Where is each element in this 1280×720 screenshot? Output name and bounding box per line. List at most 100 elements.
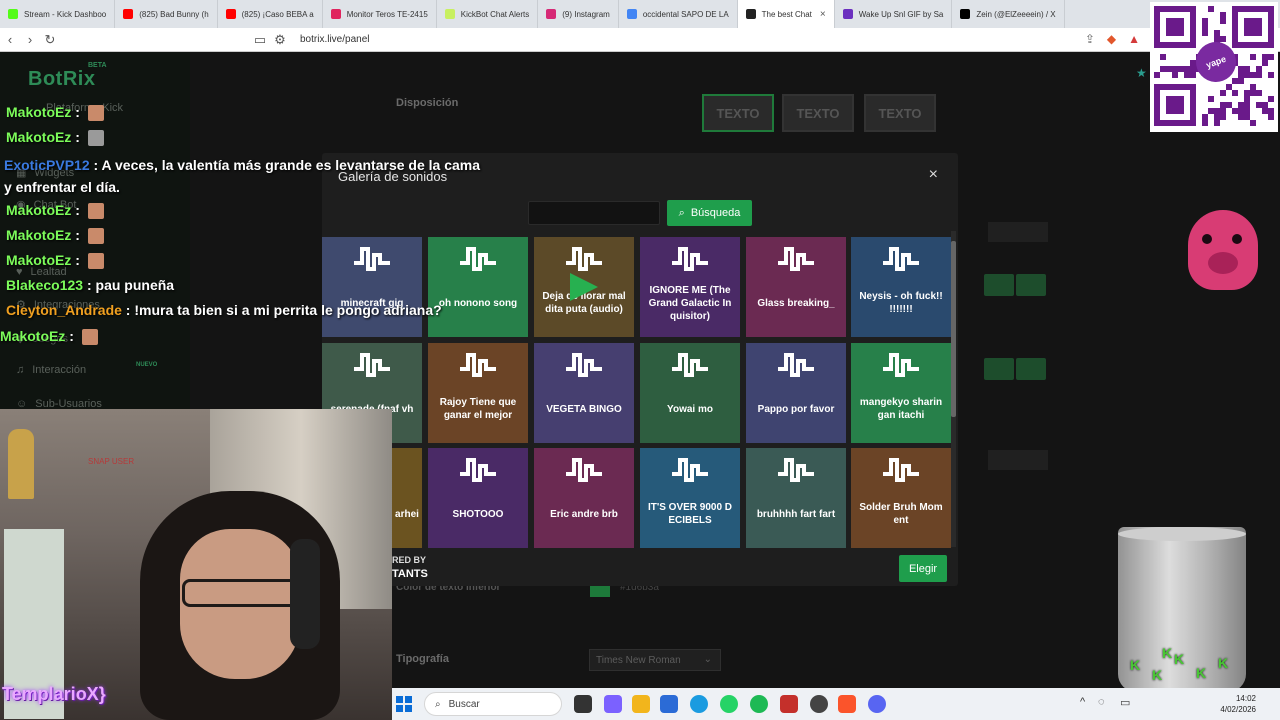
layout-option[interactable]: TEXTO (782, 94, 854, 132)
browser-tab[interactable]: (825) ¡Caso BEBA a (218, 0, 323, 28)
webcam-feed: SNAP USER TemplarioX} (0, 409, 392, 720)
close-icon[interactable]: × (820, 9, 826, 20)
sound-tile[interactable]: IT'S OVER 9000 D ECIBELS (640, 448, 740, 548)
browser-tab[interactable]: Zein (@ElZeeeein) / X (952, 0, 1065, 28)
sound-tile[interactable]: Deja de llorar mal dita puta (audio) (534, 237, 634, 337)
waveform-icon (670, 245, 710, 273)
back-icon[interactable]: ‹ (0, 32, 20, 47)
layout-option[interactable]: TEXTO (864, 94, 936, 132)
jar-lid (1118, 527, 1246, 541)
chat-username: MakotoEz (6, 202, 72, 218)
battery-icon[interactable]: ▭ (1120, 696, 1130, 709)
sound-tile[interactable]: Pappo por favor (746, 343, 846, 443)
browser-tab-active[interactable]: The best Chat × (737, 0, 835, 28)
brave-icon[interactable] (838, 695, 856, 713)
share-icon[interactable]: ⇪ (1085, 32, 1095, 46)
qr-module (1220, 114, 1226, 120)
whatsapp-icon[interactable] (720, 695, 738, 713)
qr-module (1220, 90, 1226, 96)
star-icon[interactable]: ★ (1136, 66, 1147, 80)
streamer-glasses (182, 579, 298, 607)
url-field[interactable]: botrix.live/panel (300, 34, 369, 45)
search-button[interactable]: ⌕ Búsqueda (667, 200, 752, 226)
browser-tab[interactable]: occidental SAPO DE LA (619, 0, 738, 28)
dropdown[interactable] (988, 222, 1048, 242)
browser-tab[interactable]: Stream - Kick Dashboo (0, 0, 116, 28)
browser-tab[interactable]: Monitor Teros TE-2415 (323, 0, 437, 28)
qr-module (1190, 42, 1196, 48)
chat-emote-icon (87, 105, 104, 122)
edge-icon[interactable] (690, 695, 708, 713)
brave-shield-icon[interactable]: ◆ (1107, 32, 1116, 46)
sound-tile[interactable]: oh nonono song (428, 237, 528, 337)
taskbar-search[interactable]: ⌕ Buscar (424, 692, 562, 716)
upload-button[interactable] (984, 358, 1014, 380)
sound-tile[interactable]: Glass breaking_ (746, 237, 846, 337)
qr-module (1190, 120, 1196, 126)
sound-tile[interactable]: minecraft gig (322, 237, 422, 337)
play-icon[interactable] (570, 273, 598, 301)
sound-tile-label: IT'S OVER 9000 D ECIBELS (647, 502, 733, 526)
copilot-icon[interactable] (604, 695, 622, 713)
obs-icon[interactable] (810, 695, 828, 713)
sound-tile[interactable]: Neysis - oh fuck!! !!!!!!! (851, 237, 951, 337)
site-info-icon[interactable]: ⚙ (270, 32, 290, 48)
chat-message: MakotoEz : (6, 252, 104, 270)
upload-button[interactable] (984, 274, 1014, 296)
close-icon[interactable]: × (929, 166, 938, 184)
sound-tile[interactable]: SHOTOOO (428, 448, 528, 548)
taskbar-clock[interactable]: 14:02 4/02/2026 (1220, 693, 1256, 715)
chat-message: Blakeco123 : pau puneña (6, 277, 174, 293)
sound-tile-label: Neysis - oh fuck!! !!!!!!! (859, 291, 943, 315)
bookmark-icon[interactable]: ▭ (250, 32, 270, 48)
store-icon[interactable] (660, 695, 678, 713)
reload-icon[interactable]: ↻ (40, 32, 60, 48)
browser-tab[interactable]: (825) Bad Bunny (h (115, 0, 218, 28)
search-input[interactable] (528, 201, 660, 225)
app-icon[interactable] (780, 695, 798, 713)
browser-tab[interactable]: KickBot Chat Alerts (437, 0, 539, 28)
scrollbar[interactable] (951, 231, 956, 547)
gallery-button[interactable] (1016, 358, 1046, 380)
qr-module (1268, 54, 1274, 60)
spotify-icon[interactable] (750, 695, 768, 713)
forward-icon[interactable]: › (20, 32, 40, 47)
chat-separator: : (71, 202, 84, 218)
typography-select[interactable]: Times New Roman ⌄ (589, 649, 721, 671)
chevron-up-icon[interactable]: ^ (1080, 696, 1085, 708)
sound-tile-label: IGNORE ME (The Grand Galactic In quisito… (648, 284, 732, 322)
dropdown[interactable] (988, 450, 1048, 470)
sound-tile-label: Glass breaking_ (757, 297, 835, 309)
chat-message: MakotoEz : (6, 202, 104, 220)
scroll-thumb[interactable] (951, 241, 956, 417)
task-view-icon[interactable] (574, 695, 592, 713)
tab-title: occidental SAPO DE LA (642, 9, 729, 19)
browser-tab[interactable]: (9) Instagram (538, 0, 619, 28)
sound-tile[interactable]: bruhhhh fart fart (746, 448, 846, 548)
gallery-button[interactable] (1016, 274, 1046, 296)
sound-tile[interactable]: IGNORE ME (The Grand Galactic In quisito… (640, 237, 740, 337)
choose-button[interactable]: Elegir (899, 555, 947, 582)
waveform-icon (881, 245, 921, 273)
app-logo[interactable]: BotRix (28, 68, 95, 91)
layout-option[interactable]: TEXTO (702, 94, 774, 132)
rewards-icon[interactable]: ▲ (1128, 32, 1140, 46)
sound-tile[interactable]: Eric andre brb (534, 448, 634, 548)
sound-tile-label: Solder Bruh Mom ent (859, 502, 943, 526)
windows-start-icon[interactable] (396, 696, 412, 712)
sound-tile[interactable]: Solder Bruh Mom ent (851, 448, 951, 548)
chat-username: MakotoEz (6, 104, 72, 120)
sidebar-item-interaction[interactable]: ♫ Interacción (16, 364, 86, 376)
qr-module (1256, 30, 1262, 36)
browser-tab[interactable]: Wake Up Snl GIF by Sa (835, 0, 953, 28)
sound-tile[interactable]: Yowai mo (640, 343, 740, 443)
file-explorer-icon[interactable] (632, 695, 650, 713)
sound-tile[interactable]: arhei (392, 448, 422, 548)
network-icon[interactable]: ◌ (1098, 696, 1105, 708)
sound-tile[interactable]: Rajoy Tiene que ganar el mejor (428, 343, 528, 443)
sound-tile[interactable]: VEGETA BINGO (534, 343, 634, 443)
qr-module (1172, 72, 1178, 78)
discord-icon[interactable] (868, 695, 886, 713)
pig-snout (1208, 252, 1238, 274)
sound-tile[interactable]: mangekyo sharin gan itachi (851, 343, 951, 443)
